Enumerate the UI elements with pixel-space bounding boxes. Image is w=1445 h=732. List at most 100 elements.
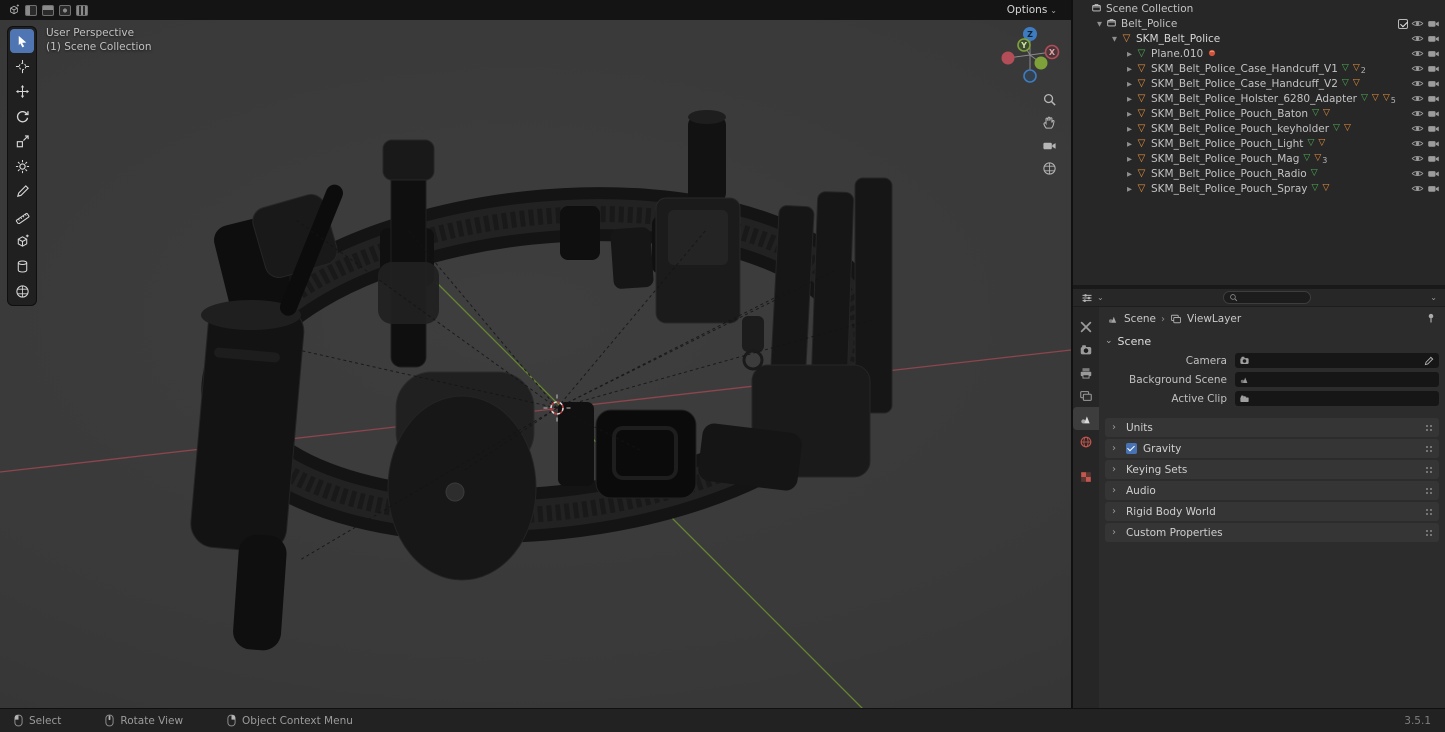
expand-caret-icon[interactable]: ▶: [1124, 80, 1135, 88]
expand-caret-icon[interactable]: ▶: [1124, 65, 1135, 73]
drag-handle-icon[interactable]: [1426, 467, 1432, 473]
outliner-row-object[interactable]: ▶ ▽ SKM_Belt_Police_Pouch_Mag ▽ ▽ 3: [1073, 151, 1445, 166]
outliner-row-object[interactable]: ▶ ▽ SKM_Belt_Police_Holster_6280_Adapter…: [1073, 91, 1445, 106]
outliner-row-object[interactable]: ▶ ▽ SKM_Belt_Police_Pouch_keyholder ▽ ▽: [1073, 121, 1445, 136]
rotate-tool[interactable]: [10, 104, 34, 128]
add-cylinder-tool[interactable]: [10, 254, 34, 278]
tab-world[interactable]: [1073, 430, 1099, 453]
disable-render-camera-icon[interactable]: [1427, 182, 1440, 195]
disable-render-camera-icon[interactable]: [1427, 152, 1440, 165]
outliner-row-object[interactable]: ▼ ▽ SKM_Belt_Police: [1073, 31, 1445, 46]
gravity-checkbox[interactable]: [1126, 443, 1137, 454]
outliner-row-object[interactable]: ▶ ▽ SKM_Belt_Police_Pouch_Spray ▽ ▽: [1073, 181, 1445, 196]
hide-eye-icon[interactable]: [1411, 122, 1424, 135]
orthographic-toggle-icon[interactable]: [1042, 161, 1057, 176]
header-toggle-icon[interactable]: [25, 5, 37, 16]
drag-handle-icon[interactable]: [1426, 509, 1432, 515]
hide-eye-icon[interactable]: [1411, 182, 1424, 195]
3d-viewport[interactable]: Options ⌄ User Perspective (1) Scene Col…: [0, 0, 1071, 708]
header-toggle-icon[interactable]: [76, 5, 88, 16]
tab-scene[interactable]: [1073, 407, 1099, 430]
expand-caret-icon[interactable]: ▼: [1094, 20, 1105, 28]
expand-caret-icon[interactable]: ▶: [1124, 110, 1135, 118]
gizmo-y-neg-axis[interactable]: [1035, 57, 1048, 70]
outliner-row-object[interactable]: ▶ ▽ SKM_Belt_Police_Pouch_Light ▽ ▽: [1073, 136, 1445, 151]
expand-caret-icon[interactable]: ▼: [1109, 35, 1120, 43]
section-audio[interactable]: › Audio: [1105, 481, 1439, 500]
hide-eye-icon[interactable]: [1411, 62, 1424, 75]
hide-eye-icon[interactable]: [1411, 152, 1424, 165]
outliner-row-object[interactable]: ▶ ▽ SKM_Belt_Police_Case_Handcuff_V1 ▽ ▽…: [1073, 61, 1445, 76]
expand-caret-icon[interactable]: ▶: [1124, 140, 1135, 148]
expand-caret-icon[interactable]: ▶: [1124, 170, 1135, 178]
camera-view-icon[interactable]: [1042, 138, 1057, 153]
search-input[interactable]: [1241, 293, 1305, 303]
header-toggle-icon[interactable]: [59, 5, 71, 16]
section-units[interactable]: › Units: [1105, 418, 1439, 437]
tab-output[interactable]: [1073, 361, 1099, 384]
expand-caret-icon[interactable]: ▶: [1124, 185, 1135, 193]
move-tool[interactable]: [10, 79, 34, 103]
disable-render-camera-icon[interactable]: [1427, 107, 1440, 120]
editor-type-icon[interactable]: [1081, 292, 1093, 304]
expand-caret-icon[interactable]: ▶: [1124, 155, 1135, 163]
disable-render-camera-icon[interactable]: [1427, 137, 1440, 150]
disable-render-camera-icon[interactable]: [1427, 47, 1440, 60]
outliner-row-object[interactable]: ▶ ▽ Plane.010: [1073, 46, 1445, 61]
hide-eye-icon[interactable]: [1411, 167, 1424, 180]
gizmo-z-neg-axis[interactable]: [1024, 70, 1036, 82]
tab-render[interactable]: [1073, 338, 1099, 361]
background-scene-field[interactable]: [1235, 372, 1439, 387]
tab-view-layer[interactable]: [1073, 384, 1099, 407]
section-keying-sets[interactable]: › Keying Sets: [1105, 460, 1439, 479]
tab-tool[interactable]: [1073, 315, 1099, 338]
hide-eye-icon[interactable]: [1411, 107, 1424, 120]
breadcrumb-view-layer[interactable]: ViewLayer: [1187, 313, 1241, 325]
eyedropper-icon[interactable]: [1424, 351, 1435, 370]
expand-caret-icon[interactable]: ▶: [1124, 125, 1135, 133]
measure-tool[interactable]: [10, 204, 34, 228]
navigation-gizmo[interactable]: Z X Y: [999, 24, 1061, 86]
cursor-tool[interactable]: [10, 54, 34, 78]
section-custom-properties[interactable]: › Custom Properties: [1105, 523, 1439, 542]
disable-render-camera-icon[interactable]: [1427, 77, 1440, 90]
disable-render-camera-icon[interactable]: [1427, 122, 1440, 135]
tab-texture[interactable]: [1073, 465, 1099, 488]
disable-render-camera-icon[interactable]: [1427, 17, 1440, 30]
gizmo-x-neg-axis[interactable]: [1002, 52, 1015, 65]
filter-dropdown-icon[interactable]: ⌄: [1430, 293, 1437, 302]
active-clip-field[interactable]: [1235, 391, 1439, 406]
outliner-row-object[interactable]: ▶ ▽ SKM_Belt_Police_Pouch_Baton ▽ ▽: [1073, 106, 1445, 121]
outliner-row-belt-police[interactable]: ▼ Belt_Police: [1073, 16, 1445, 31]
pan-hand-icon[interactable]: [1042, 115, 1057, 130]
breadcrumb-scene[interactable]: Scene: [1124, 313, 1156, 325]
annotate-tool[interactable]: [10, 179, 34, 203]
hide-eye-icon[interactable]: [1411, 32, 1424, 45]
scale-tool[interactable]: [10, 129, 34, 153]
drag-handle-icon[interactable]: [1426, 425, 1432, 431]
add-cube-tool[interactable]: [10, 229, 34, 253]
disable-render-camera-icon[interactable]: [1427, 62, 1440, 75]
disable-render-camera-icon[interactable]: [1427, 32, 1440, 45]
drag-handle-icon[interactable]: [1426, 488, 1432, 494]
hide-eye-icon[interactable]: [1411, 137, 1424, 150]
drag-handle-icon[interactable]: [1426, 446, 1432, 452]
hide-eye-icon[interactable]: [1411, 92, 1424, 105]
section-rigid-body-world[interactable]: › Rigid Body World: [1105, 502, 1439, 521]
hide-eye-icon[interactable]: [1411, 77, 1424, 90]
properties-search[interactable]: [1223, 291, 1311, 304]
header-toggle-icon[interactable]: [42, 5, 54, 16]
expand-caret-icon[interactable]: ▶: [1124, 95, 1135, 103]
scene-panel-header[interactable]: ⌄ Scene: [1105, 331, 1439, 351]
pin-icon[interactable]: [1425, 312, 1437, 327]
drag-handle-icon[interactable]: [1426, 530, 1432, 536]
zoom-icon[interactable]: [1042, 92, 1057, 107]
options-button[interactable]: Options ⌄: [1001, 3, 1063, 17]
collection-exclude-checkbox[interactable]: [1398, 19, 1408, 29]
outliner-row-object[interactable]: ▶ ▽ SKM_Belt_Police_Case_Handcuff_V2 ▽ ▽: [1073, 76, 1445, 91]
camera-field[interactable]: [1235, 353, 1439, 368]
disable-render-camera-icon[interactable]: [1427, 167, 1440, 180]
disable-render-camera-icon[interactable]: [1427, 92, 1440, 105]
3d-viewport-canvas[interactable]: [0, 20, 1071, 708]
select-box-tool[interactable]: [10, 29, 34, 53]
